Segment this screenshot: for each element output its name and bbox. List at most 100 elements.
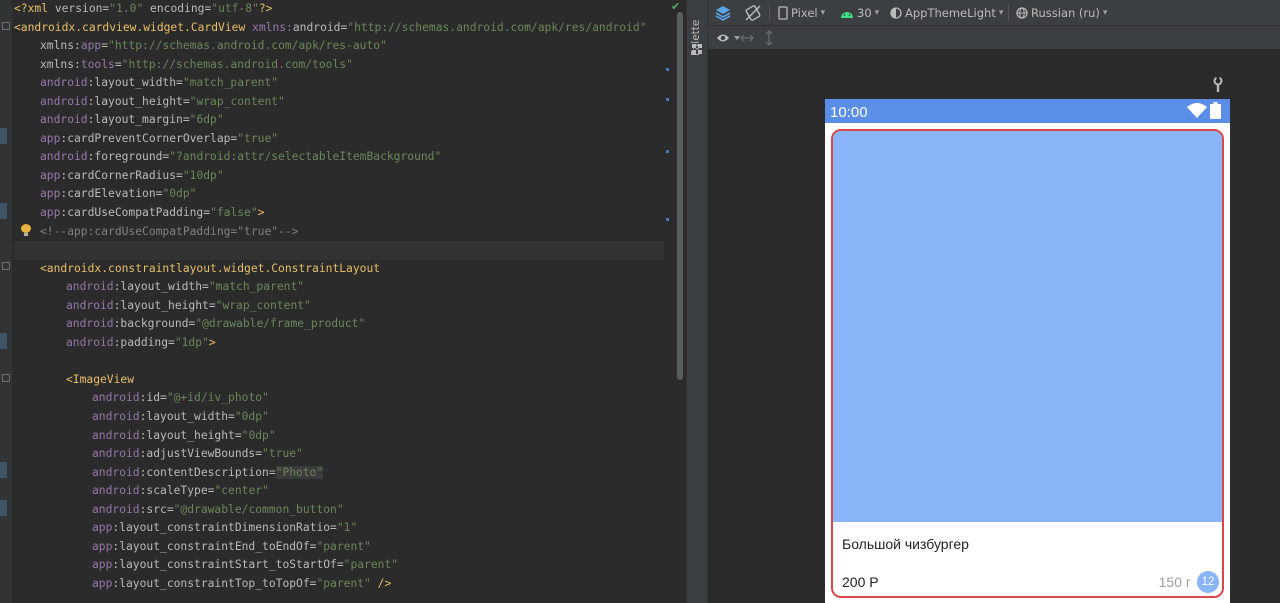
palette-icon[interactable]: [692, 44, 702, 54]
code-token: app: [40, 131, 61, 145]
code-token: :cardPreventCornerOverlap=: [60, 131, 238, 145]
code-line[interactable]: android:foreground="?android:attr/select…: [14, 148, 664, 167]
code-line[interactable]: android:id="@+id/iv_photo": [14, 389, 664, 408]
code-token: "match_parent": [208, 280, 305, 294]
error-stripe-mark[interactable]: [666, 68, 669, 71]
code-token: "wrap_content": [215, 298, 311, 312]
error-stripe-mark[interactable]: [666, 98, 669, 101]
code-line[interactable]: android:scaleType="center": [14, 482, 664, 501]
theme-selector[interactable]: AppThemeLight ▾: [890, 0, 1003, 26]
code-token: android: [92, 428, 140, 442]
vertical-resize-icon[interactable]: [764, 30, 774, 46]
code-line[interactable]: android:layout_width="match_parent": [14, 74, 664, 93]
code-token: :layout_width=: [139, 410, 235, 424]
api-level-selector[interactable]: 30 ▾: [840, 0, 879, 26]
code-token: <?xml: [14, 2, 55, 15]
code-token: "parent": [343, 558, 399, 572]
product-card[interactable]: Большой чизбургер 200 Р 150 г 12: [831, 129, 1224, 598]
code-line[interactable]: [14, 352, 664, 371]
code-line[interactable]: android:layout_height="0dp": [14, 427, 664, 446]
code-line[interactable]: <!--app:cardUseCompatPadding="true"-->: [14, 223, 664, 242]
palette-tool-window-strip[interactable]: Palette: [686, 0, 708, 603]
fold-marker[interactable]: [2, 22, 10, 30]
editor-gutter: [0, 0, 12, 603]
code-token: app: [80, 39, 102, 53]
code-line[interactable]: android:contentDescription="Photo": [14, 464, 664, 483]
code-line[interactable]: app:layout_constraintStart_toStartOf="pa…: [14, 556, 664, 575]
design-surface[interactable]: Pixel ▾ 30 ▾ AppThemeLight ▾ Russian (ru…: [708, 0, 1280, 603]
code-line[interactable]: android:layout_height="wrap_content": [14, 297, 664, 316]
code-token: "1dp": [174, 335, 209, 349]
code-token: android: [92, 410, 140, 424]
fold-marker[interactable]: [2, 262, 10, 270]
fold-marker[interactable]: [2, 374, 10, 382]
code-token: "@+id/iv_photo": [166, 391, 269, 405]
code-line[interactable]: app:cardElevation="0dp": [14, 185, 664, 204]
code-token: encoding=: [143, 2, 212, 15]
count-badge: 12: [1197, 571, 1219, 593]
code-token: <androidx.constraintlayout.widget.Constr…: [40, 261, 381, 275]
code-line[interactable]: xmlns:app="http://schemas.android.com/ap…: [14, 37, 664, 56]
code-line[interactable]: android:padding="1dp">: [14, 334, 664, 353]
code-token: app: [40, 206, 61, 220]
code-line[interactable]: <androidx.constraintlayout.widget.Constr…: [14, 260, 664, 279]
horizontal-resize-icon[interactable]: [740, 32, 754, 44]
code-token: android: [92, 484, 140, 498]
view-options-toolbar: [708, 26, 1280, 50]
code-token: "http://schemas.android.com/apk/res-auto…: [108, 39, 387, 53]
orientation-icon[interactable]: [744, 4, 762, 22]
code-token: <!--app:cardUseCompatPadding="true"-->: [40, 224, 299, 238]
code-token: "wrap_content": [189, 94, 285, 108]
code-token: =: [114, 57, 122, 71]
code-line[interactable]: app:layout_constraintTop_toTopOf="parent…: [14, 575, 664, 594]
layers-icon[interactable]: [714, 4, 732, 22]
code-lines[interactable]: <?xml version="1.0" encoding="utf-8"?> <a…: [14, 0, 664, 594]
code-line[interactable]: <?xml version="1.0" encoding="utf-8"?>: [14, 0, 664, 19]
error-stripe-mark[interactable]: [666, 150, 669, 153]
code-line[interactable]: app:cardCornerRadius="10dp": [14, 167, 664, 186]
code-token: :layout_width=: [113, 280, 209, 294]
code-token: "http://schemas.android.com/apk/res/andr…: [347, 20, 647, 34]
code-token: xmlns:: [40, 39, 81, 53]
code-token: :layout_height=: [87, 94, 190, 108]
error-stripe-mark[interactable]: [666, 218, 669, 221]
code-line[interactable]: android:layout_margin="6dp": [14, 111, 664, 130]
product-name: Большой чизбургер: [842, 536, 969, 552]
code-editor[interactable]: <?xml version="1.0" encoding="utf-8"?> <a…: [0, 0, 686, 603]
code-line[interactable]: app:layout_constraintDimensionRatio="1": [14, 519, 664, 538]
code-token: app: [92, 521, 113, 535]
code-token: :scaleType=: [139, 484, 215, 498]
device-selector[interactable]: Pixel ▾: [778, 0, 825, 26]
code-token: :background=: [113, 317, 196, 331]
code-line[interactable]: <ImageView: [14, 371, 664, 390]
code-line[interactable]: xmlns:tools="http://schemas.android.com/…: [14, 56, 664, 75]
code-line[interactable]: app:cardUseCompatPadding="false">: [14, 204, 664, 223]
android-icon: [841, 12, 853, 18]
code-token: android: [40, 150, 88, 164]
status-time: 10:00: [830, 104, 868, 121]
code-token: "6dp": [189, 113, 224, 127]
code-token: :adjustViewBounds=: [139, 447, 263, 461]
code-line[interactable]: android:layout_width="match_parent": [14, 278, 664, 297]
change-marker: [0, 333, 7, 349]
code-line[interactable]: <androidx.cardview.widget.CardView xmlns…: [14, 19, 664, 38]
code-line[interactable]: android:layout_width="0dp": [14, 408, 664, 427]
code-line[interactable]: android:adjustViewBounds="true": [14, 445, 664, 464]
code-line[interactable]: android:src="@drawable/common_button": [14, 501, 664, 520]
code-token: tools: [80, 57, 115, 71]
code-token: "utf-8": [211, 2, 259, 15]
code-token: :layout_constraintStart_toStartOf=: [112, 558, 344, 572]
device-label: Pixel: [791, 6, 818, 20]
code-line[interactable]: [14, 241, 664, 260]
code-line[interactable]: app:layout_constraintEnd_toEndOf="parent…: [14, 538, 664, 557]
code-line[interactable]: android:background="@drawable/frame_prod…: [14, 315, 664, 334]
device-preview[interactable]: 10:00 Большой чизбургер 200 Р 150 г 12: [825, 99, 1230, 603]
code-line[interactable]: app:cardPreventCornerOverlap="true": [14, 130, 664, 149]
wrench-icon[interactable]: [1211, 77, 1225, 93]
editor-scrollbar[interactable]: [677, 12, 683, 380]
code-token: >: [208, 335, 216, 349]
code-token: <androidx.cardview.widget.CardView: [14, 20, 253, 34]
code-line[interactable]: android:layout_height="wrap_content": [14, 93, 664, 112]
eye-icon[interactable]: [716, 32, 730, 44]
locale-selector[interactable]: Russian (ru) ▾: [1016, 0, 1107, 26]
